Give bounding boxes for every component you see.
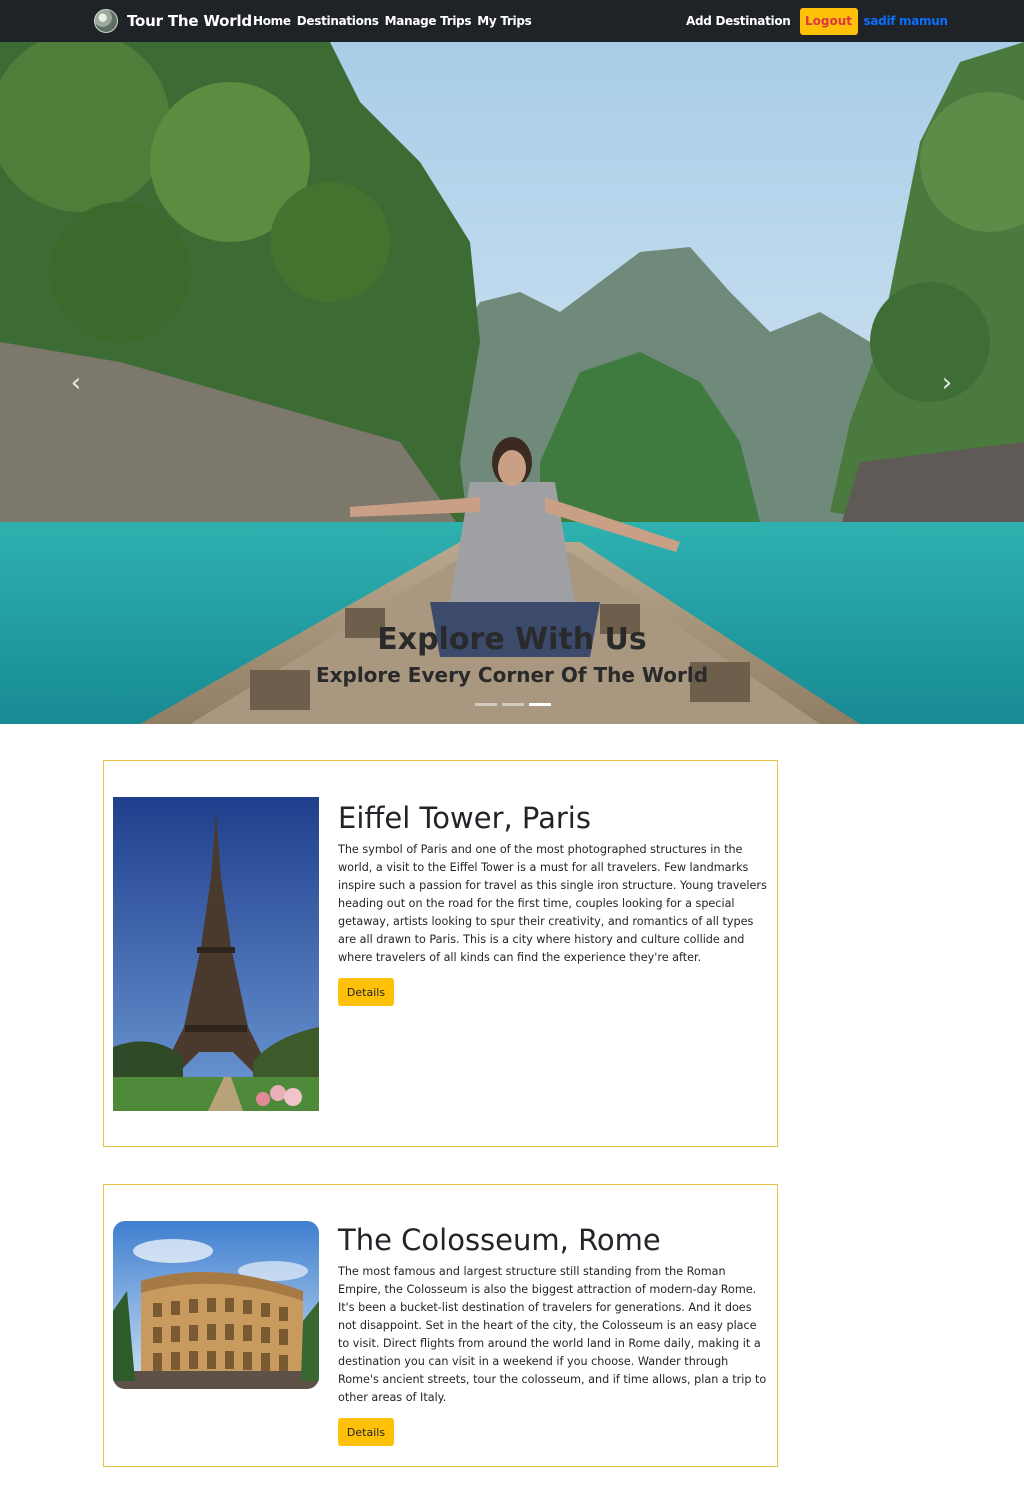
hero-title: Explore With Us [377, 622, 647, 657]
carousel-indicator-2[interactable] [502, 703, 524, 706]
carousel-prev-button[interactable]: ‹ [66, 368, 86, 398]
logout-button[interactable]: Logout [799, 7, 858, 35]
nav-links: Home Destinations Manage Trips My Trips [253, 0, 537, 42]
destination-image-colosseum [113, 1221, 319, 1389]
nav-link-manage-trips[interactable]: Manage Trips [385, 14, 472, 28]
navbar: Tour The World Home Destinations Manage … [0, 0, 1024, 42]
chevron-left-icon: ‹ [70, 368, 82, 398]
brand[interactable]: Tour The World [94, 0, 252, 42]
globe-logo-icon [94, 9, 118, 33]
add-destination-link[interactable]: Add Destination [686, 14, 791, 28]
nav-right: Add Destination Logout sadif mamun [686, 0, 948, 42]
details-button[interactable]: Details [338, 978, 394, 1006]
carousel-next-button[interactable]: › [937, 368, 957, 398]
card-title: Eiffel Tower, Paris [338, 801, 591, 835]
card-body: Eiffel Tower, Paris The symbol of Paris … [338, 799, 770, 1006]
brand-name[interactable]: Tour The World [127, 12, 252, 30]
user-name-link[interactable]: sadif mamun [864, 14, 949, 28]
carousel-indicators [475, 703, 556, 706]
nav-link-my-trips[interactable]: My Trips [477, 14, 531, 28]
hero-caption: Explore With Us Explore Every Corner Of … [0, 620, 1024, 690]
card-description: The symbol of Paris and one of the most … [338, 843, 767, 964]
hero-carousel: ‹ › Explore With Us Explore Every Corner… [0, 42, 1024, 724]
card-description: The most famous and largest structure st… [338, 1265, 767, 1404]
nav-link-destinations[interactable]: Destinations [297, 14, 379, 28]
destination-card: The Colosseum, Rome The most famous and … [103, 1184, 778, 1467]
details-button[interactable]: Details [338, 1418, 394, 1446]
carousel-indicator-1[interactable] [475, 703, 497, 706]
card-body: The Colosseum, Rome The most famous and … [338, 1221, 770, 1446]
destination-image-eiffel-tower [113, 797, 319, 1111]
chevron-right-icon: › [941, 368, 953, 398]
hero-subtitle: Explore Every Corner Of The World [315, 663, 709, 687]
destination-card: Eiffel Tower, Paris The symbol of Paris … [103, 760, 778, 1147]
nav-link-home[interactable]: Home [253, 14, 291, 28]
carousel-indicator-3[interactable] [529, 703, 551, 706]
card-title: The Colosseum, Rome [338, 1223, 661, 1257]
